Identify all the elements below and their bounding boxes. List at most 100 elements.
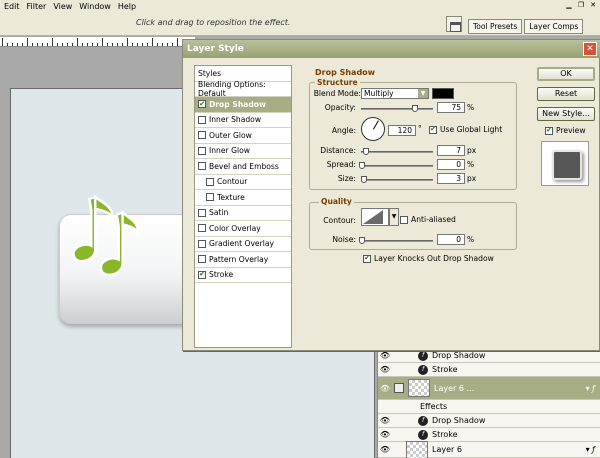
chevron-down-icon[interactable]: ▼ xyxy=(389,208,399,226)
palette-well-icon[interactable] xyxy=(446,16,462,32)
angle-dial[interactable] xyxy=(361,117,385,141)
blending-options-item[interactable]: Blending Options: Default xyxy=(195,80,291,98)
menu-view[interactable]: View xyxy=(53,2,72,11)
noise-slider-handle[interactable] xyxy=(359,237,365,244)
style-item-drop-shadow[interactable]: ✔ Drop Shadow xyxy=(195,97,291,113)
spread-label: Spread: xyxy=(326,160,356,169)
layer-row[interactable]: 👁 Layer 6 ▾ ƒ xyxy=(378,440,600,458)
checkbox-icon[interactable] xyxy=(198,131,206,140)
layer-effects-icon[interactable]: ▾ ƒ xyxy=(586,445,595,454)
tab-layer-comps[interactable]: Layer Comps xyxy=(524,19,584,34)
noise-input[interactable]: 0 xyxy=(437,234,465,245)
opacity-label: Opacity: xyxy=(324,103,356,112)
minimize-icon[interactable]: ▁ xyxy=(564,1,574,10)
size-slider[interactable] xyxy=(361,176,433,183)
checkbox-icon[interactable]: ✔ xyxy=(198,100,206,109)
checkbox-icon[interactable] xyxy=(198,224,206,233)
distance-label: Distance: xyxy=(320,146,356,155)
checkbox-icon[interactable]: ✔ xyxy=(198,270,206,279)
checkbox-icon[interactable] xyxy=(198,162,206,171)
distance-slider-handle[interactable] xyxy=(363,148,369,155)
menu-window[interactable]: Window xyxy=(79,2,111,11)
layer-effect-row[interactable]: 👁 f Drop Shadow xyxy=(378,414,600,428)
style-item-inner-glow[interactable]: Inner Glow xyxy=(195,144,291,159)
effect-icon: f xyxy=(418,429,428,440)
eye-icon[interactable]: 👁 xyxy=(378,414,392,427)
effect-icon: f xyxy=(418,415,428,426)
layer-thumbnail xyxy=(406,440,428,458)
close-icon[interactable]: ✕ xyxy=(583,42,597,56)
style-item-gradient-overlay[interactable]: Gradient Overlay xyxy=(195,237,291,252)
spread-input[interactable]: 0 xyxy=(437,159,465,170)
checkbox-icon[interactable] xyxy=(198,255,206,264)
opacity-input[interactable]: 75 xyxy=(437,102,465,113)
palette-well: Tool Presets Layer Comps xyxy=(468,16,600,34)
new-style-button[interactable]: New Style... xyxy=(537,107,595,121)
style-item-bevel-and-emboss[interactable]: Bevel and Emboss xyxy=(195,159,291,175)
spread-slider-handle[interactable] xyxy=(359,162,365,169)
opacity-slider-handle[interactable] xyxy=(412,105,418,112)
angle-unit: ° xyxy=(418,124,422,133)
distance-input[interactable]: 7 xyxy=(437,145,465,156)
style-item-inner-shadow[interactable]: Inner Shadow xyxy=(195,113,291,128)
close-icon[interactable]: ✕ xyxy=(588,1,598,10)
layer-thumbnail xyxy=(408,379,430,397)
shadow-color-swatch[interactable] xyxy=(432,88,454,99)
menu-filter[interactable]: Filter xyxy=(27,2,47,11)
menu-help[interactable]: Help xyxy=(118,2,136,11)
options-hint: Click and drag to reposition the effect. xyxy=(136,18,291,27)
distance-slider[interactable] xyxy=(361,148,433,155)
dialog-title: Layer Style xyxy=(183,40,600,58)
spread-unit: % xyxy=(467,160,475,169)
layer-effect-row[interactable]: 👁 f Stroke xyxy=(378,363,600,377)
ok-button[interactable]: OK xyxy=(537,67,595,81)
size-slider-handle[interactable] xyxy=(361,176,367,183)
brush-icon xyxy=(394,383,404,393)
horizontal-ruler xyxy=(0,37,195,47)
music-note-icon xyxy=(72,194,140,277)
eye-icon[interactable]: 👁 xyxy=(378,363,392,376)
spread-slider[interactable] xyxy=(359,162,433,169)
style-item-pattern-overlay[interactable]: Pattern Overlay xyxy=(195,252,291,268)
noise-slider[interactable] xyxy=(359,237,433,244)
eye-icon[interactable]: 👁 xyxy=(378,377,392,399)
blend-mode-label: Blend Mode: xyxy=(313,89,361,98)
style-item-color-overlay[interactable]: Color Overlay xyxy=(195,221,291,237)
use-global-light-checkbox[interactable]: ✔ Use Global Light xyxy=(429,125,502,134)
blend-mode-select[interactable]: Multiply ▼ xyxy=(361,88,429,99)
style-item-outer-glow[interactable]: Outer Glow xyxy=(195,128,291,144)
checkbox-icon[interactable] xyxy=(198,146,206,155)
checkbox-icon[interactable] xyxy=(206,193,214,202)
knocks-out-checkbox[interactable]: ✔ Layer Knocks Out Drop Shadow xyxy=(363,254,494,263)
layer-row-selected[interactable]: 👁 Layer 6 ... ▾ ƒ xyxy=(378,377,600,400)
layer-effects-icon[interactable]: ▾ ƒ xyxy=(586,384,595,393)
layer-effects-header[interactable]: Effects xyxy=(378,400,600,414)
eye-icon[interactable]: 👁 xyxy=(378,428,392,441)
eye-icon[interactable]: 👁 xyxy=(378,442,392,457)
checkbox-icon: ✔ xyxy=(429,125,437,134)
anti-aliased-checkbox[interactable]: Anti-aliased xyxy=(400,215,456,224)
preview-checkbox[interactable]: ✔ Preview xyxy=(545,126,586,135)
checkbox-icon[interactable] xyxy=(206,177,214,186)
menu-edit[interactable]: Edit xyxy=(4,2,20,11)
size-input[interactable]: 3 xyxy=(437,173,465,184)
contour-preview[interactable] xyxy=(361,208,389,226)
distance-unit: px xyxy=(467,146,477,155)
checkbox-icon[interactable] xyxy=(198,239,206,248)
effect-icon: f xyxy=(418,364,428,375)
layer-effect-row[interactable]: 👁 f Drop Shadow xyxy=(378,349,600,363)
restore-icon[interactable]: ❐ xyxy=(576,1,586,10)
angle-label: Angle: xyxy=(331,126,356,135)
opacity-slider[interactable] xyxy=(361,105,433,112)
style-preview-thumbnail xyxy=(541,141,589,186)
angle-input[interactable]: 120 xyxy=(388,125,416,136)
checkbox-icon[interactable] xyxy=(198,208,206,217)
reset-button[interactable]: Reset xyxy=(537,87,595,101)
size-label: Size: xyxy=(337,174,356,183)
style-item-stroke[interactable]: ✔ Stroke xyxy=(195,268,291,283)
checkbox-icon[interactable] xyxy=(198,115,206,124)
style-item-satin[interactable]: Satin xyxy=(195,206,291,221)
style-item-texture[interactable]: Texture xyxy=(195,190,291,206)
tab-tool-presets[interactable]: Tool Presets xyxy=(468,19,523,34)
style-item-contour[interactable]: Contour xyxy=(195,175,291,190)
